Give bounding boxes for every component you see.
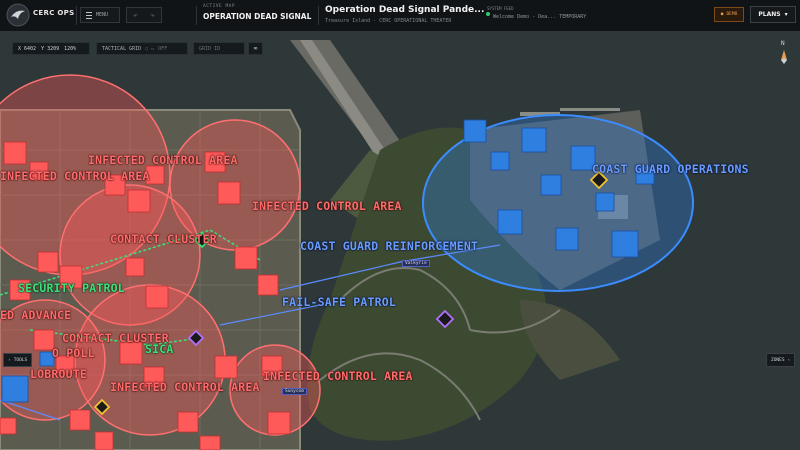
unit-tag[interactable]: Valkyrie [402,260,430,267]
demo-icon: ● [720,12,724,17]
chevron-left-icon: ‹ [787,357,791,363]
demo-button[interactable]: ● DEMO [714,7,744,22]
infected-marker [119,341,143,365]
zone-label[interactable]: INFECTED CONTROL AREA [110,380,260,394]
infected-marker [33,329,55,351]
status-dot [486,12,490,16]
zone-label[interactable]: FAIL-SAFE PATROL [282,295,396,309]
infected-marker [3,141,27,165]
zone-label[interactable]: INFECTED CONTROL AREA [263,369,413,383]
divider [196,6,197,25]
system-message: Welcome Demo - Dea... TEMPORARY [493,14,587,20]
zone-label[interactable]: LOBROUTE [30,367,87,381]
unit-tag[interactable]: Sunycom [282,388,307,395]
coordinate-readout: X 6402 Y 3209 120% [12,42,90,55]
menu-label: MENU [96,12,109,18]
map-canvas[interactable]: INFECTED CONTROL AREA INFECTED CONTROL A… [0,31,800,450]
infected-marker [0,417,17,435]
infected-marker [69,409,91,431]
coast-guard-marker [611,230,639,258]
coast-guard-marker [595,192,615,212]
infected-marker [125,257,145,277]
tools-label: TOOLS [13,357,28,363]
zone-label[interactable]: ED ADVANCE [0,308,71,322]
coast-guard-zone [422,114,694,292]
grid-label: TACTICAL GRID [102,45,142,52]
zones-label: ZONES [771,357,785,363]
zone-label[interactable]: INFECTED CONTROL AREA [252,199,402,213]
menu-button[interactable]: MENU [80,7,120,23]
coast-guard-marker [1,375,29,403]
grid-id-input[interactable]: GRID ID [193,42,245,55]
zone-label[interactable]: COAST GUARD REINFORCEMENT [300,239,478,253]
infected-marker [94,431,114,450]
infected-marker [199,435,221,450]
chevron-down-icon: ▾ [784,11,788,18]
infected-marker [127,189,151,213]
operation-subtitle: Treasure Island · CERC OPERATIONAL THEAT… [325,18,452,24]
redo-icon[interactable]: ↷ [150,11,155,20]
undo-icon[interactable]: ↶ [133,11,138,20]
plans-button[interactable]: PLANS ▾ [750,6,796,23]
infected-marker [267,411,291,435]
top-bar: CERC OPS MENU ↶ ↷ ACTIVE MAP OPERATION D… [0,0,800,32]
chevron-right-icon: › [8,357,11,363]
infected-marker [217,181,241,205]
operation-title: Operation Dead Signal Pande... [325,5,485,15]
tools-tab[interactable]: › TOOLS [3,353,33,367]
infected-marker [214,355,238,379]
divider [76,6,77,25]
logo-icon [6,3,30,27]
zone-label[interactable]: INFECTED CONTROL AREA [88,153,238,167]
x-coordinate: X 6402 [18,45,37,52]
infected-marker [145,285,169,309]
zone-label[interactable]: SICA [145,342,174,356]
coast-guard-marker [555,227,579,251]
coast-guard-marker [521,127,547,153]
coast-guard-marker [490,151,510,171]
compass-label: N [781,40,785,47]
zone-label[interactable]: COAST GUARD OPERATIONS [592,162,749,176]
coast-guard-marker [497,209,523,235]
system-feed-label: SYSTEM FEED [487,6,514,11]
grid-state: OFF [158,45,168,52]
coast-guard-marker [540,174,562,196]
zone-label[interactable]: CONTACT CLUSTER [110,232,217,246]
infected-marker [37,251,59,273]
zones-tab[interactable]: ZONES ‹ [766,353,796,367]
org-name: CERC OPS [33,9,75,17]
zoom-level: 120% [64,45,77,52]
undo-redo-group: ↶ ↷ [126,7,162,23]
toggle-icon: ○ ▭ [145,45,155,52]
coast-guard-marker [463,119,487,143]
hamburger-icon [86,11,92,19]
tactical-grid-toggle[interactable]: TACTICAL GRID ○ ▭ OFF [96,42,188,55]
demo-label: DEMO [726,12,738,17]
zone-label[interactable]: O POLL [52,346,95,360]
plans-label: PLANS [758,11,781,18]
zone-label[interactable]: SECURITY PATROL [18,281,125,295]
active-map-select[interactable]: OPERATION DEAD SIGNAL [203,12,311,21]
active-map-label: ACTIVE MAP [203,4,236,9]
infected-marker [234,246,258,270]
zone-label[interactable]: INFECTED CONTROL AREA [0,169,150,183]
link-icon[interactable]: ∞ [248,42,263,55]
infected-marker [177,411,199,433]
compass-icon[interactable] [777,50,791,64]
infected-marker [257,274,279,296]
y-coordinate: Y 3209 [41,45,60,52]
divider [318,6,319,25]
